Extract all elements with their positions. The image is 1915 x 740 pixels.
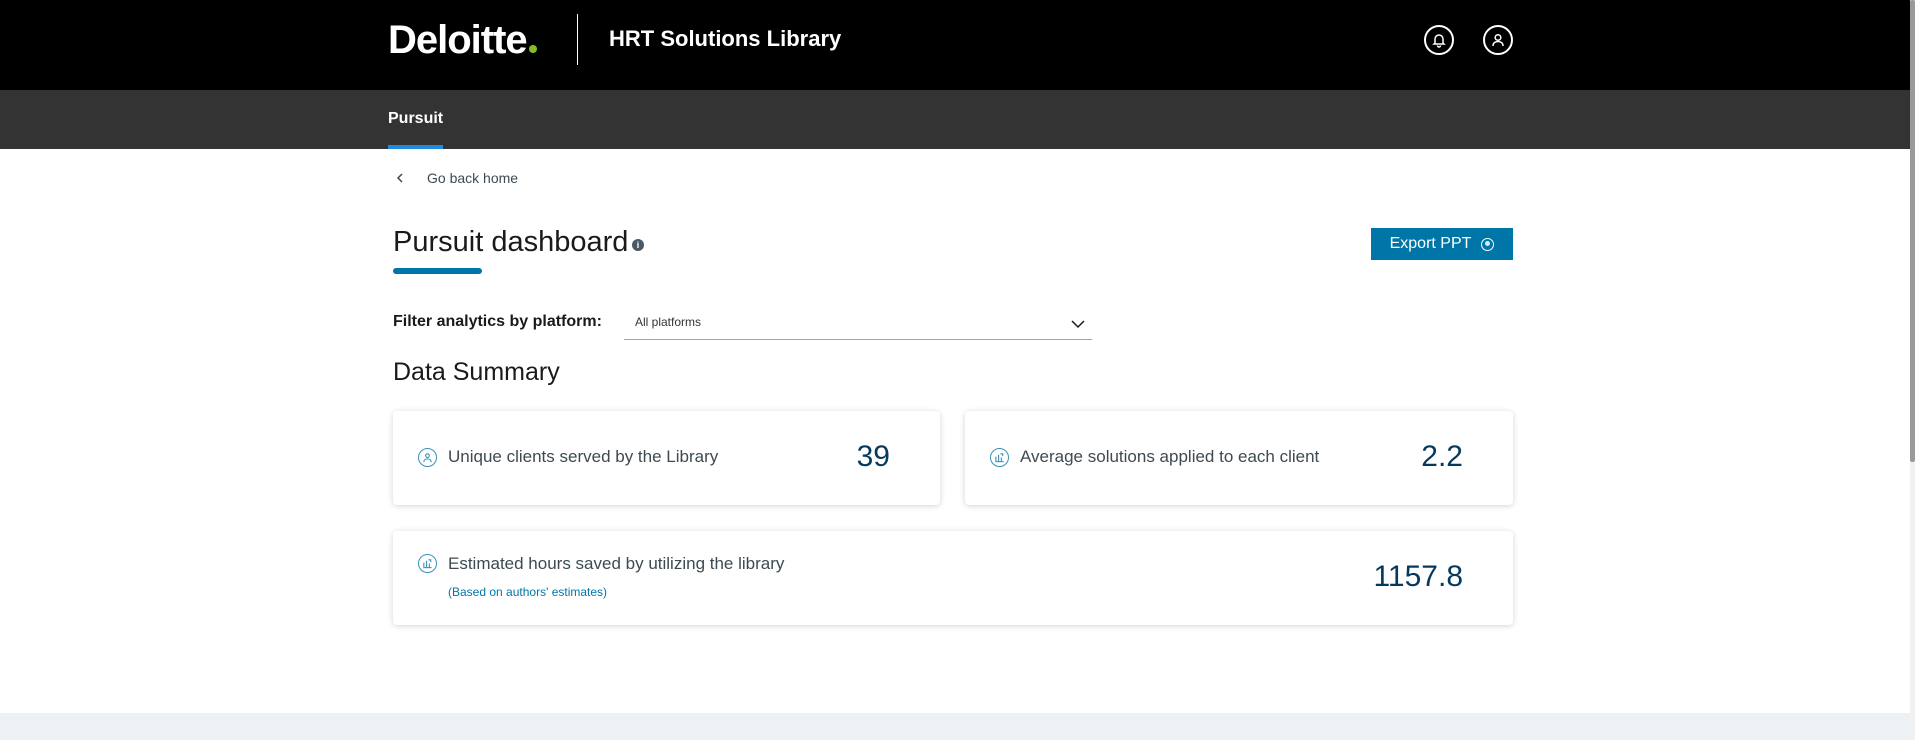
deloitte-logo[interactable]: Deloitte: [388, 18, 537, 63]
logo-text: Deloitte: [388, 18, 528, 62]
app-title: HRT Solutions Library: [609, 26, 842, 51]
title-underline: [393, 268, 482, 274]
page-title: Pursuit dashboard: [393, 226, 629, 258]
ppt-icon: [1481, 237, 1495, 251]
user-circle-icon: [418, 448, 437, 467]
card-label: Estimated hours saved by utilizing the l…: [448, 554, 785, 573]
user-icon[interactable]: [1483, 25, 1513, 55]
summary-card-unique-clients: Unique clients served by the Library 39: [393, 411, 940, 505]
card-sublabel: (Based on authors' estimates): [448, 585, 608, 599]
export-ppt-button[interactable]: Export PPT: [1371, 228, 1513, 260]
chevron-down-icon: [1071, 320, 1085, 329]
data-summary-title: Data Summary: [393, 358, 560, 386]
info-icon[interactable]: i: [632, 239, 644, 251]
summary-card-hours-saved: Estimated hours saved by utilizing the l…: [393, 531, 1513, 625]
card-value: 39: [856, 440, 890, 473]
header-divider: [577, 14, 578, 65]
page: Deloitte HRT Solutions Library Pursuit G…: [0, 0, 1915, 740]
logo-green-dot: [528, 45, 537, 53]
go-back-home-link[interactable]: Go back home: [393, 167, 518, 189]
summary-card-average-solutions: Average solutions applied to each client…: [965, 411, 1513, 505]
sub-navigation: Pursuit: [0, 90, 1910, 149]
go-back-home-label: Go back home: [427, 170, 519, 186]
chart-icon: [418, 554, 437, 573]
filter-label: Filter analytics by platform:: [393, 313, 602, 330]
chart-icon: [990, 448, 1009, 467]
chevron-left-icon: [396, 173, 403, 183]
top-header: Deloitte HRT Solutions Library: [0, 0, 1910, 90]
platform-filter-dropdown[interactable]: All platforms: [624, 310, 1092, 340]
card-label: Unique clients served by the Library: [448, 447, 719, 466]
card-value: 2.2: [1421, 440, 1463, 473]
footer-band: [0, 713, 1910, 740]
vertical-scrollbar[interactable]: [1910, 0, 1915, 740]
export-ppt-label: Export PPT: [1389, 235, 1472, 252]
card-label: Average solutions applied to each client: [1020, 447, 1320, 466]
platform-filter-value: All platforms: [635, 315, 702, 329]
card-value: 1157.8: [1373, 560, 1463, 593]
bell-icon[interactable]: [1424, 25, 1454, 55]
tab-pursuit[interactable]: Pursuit: [388, 90, 444, 149]
scrollbar-thumb[interactable]: [1910, 0, 1915, 462]
